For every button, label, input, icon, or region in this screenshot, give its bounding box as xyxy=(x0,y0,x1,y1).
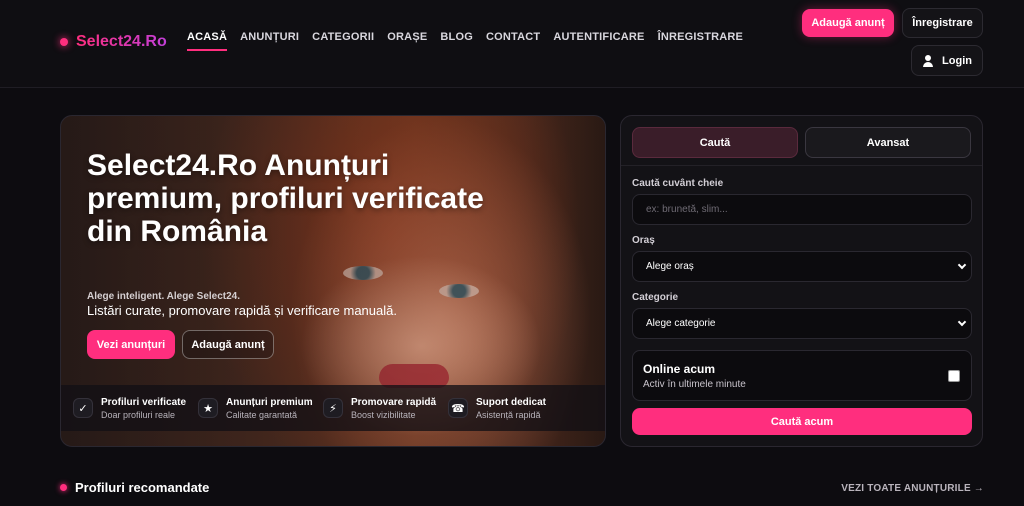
site-header: Select24.Ro ACASĂ ANUNȚURI CATEGORII ORA… xyxy=(0,0,1024,88)
tab-search[interactable]: Caută xyxy=(632,127,798,158)
see-listings-button[interactable]: Vezi anunțuri xyxy=(87,330,175,359)
city-label: Oraș xyxy=(632,235,655,246)
category-select-value: Alege categorie xyxy=(646,318,716,329)
city-select[interactable]: Alege oraș xyxy=(632,251,972,282)
check-icon: ✓ xyxy=(73,398,93,418)
logo-dot-icon xyxy=(60,38,68,46)
online-now-toggle[interactable]: Online acum Activ în ultimele minute xyxy=(632,350,972,401)
support-icon: ☎ xyxy=(448,398,468,418)
keyword-input[interactable] xyxy=(646,204,946,215)
feature-premium: ★ Anunțuri premium Calitate garantată xyxy=(198,397,323,420)
nav-item-orase[interactable]: ORAȘE xyxy=(387,31,427,51)
user-icon xyxy=(922,54,934,67)
logo[interactable]: Select24.Ro xyxy=(60,33,167,51)
see-all-listings-link[interactable]: VEZI TOATE ANUNȚURILE → xyxy=(841,483,984,494)
keyword-field[interactable] xyxy=(632,194,972,225)
bolt-icon: ⚡ xyxy=(323,398,343,418)
nav-item-categorii[interactable]: CATEGORII xyxy=(312,31,374,51)
feature-promotion: ⚡ Promovare rapidă Boost vizibilitate xyxy=(323,397,448,420)
search-submit-button[interactable]: Caută acum xyxy=(632,408,972,435)
nav-item-inregistrare[interactable]: ÎNREGISTRARE xyxy=(658,31,744,51)
star-icon: ★ xyxy=(198,398,218,418)
hero-title: Select24.Ro Anunțuri premium, profiluri … xyxy=(87,149,484,248)
hero-add-listing-button[interactable]: Adaugă anunț xyxy=(182,330,274,359)
add-listing-button[interactable]: Adaugă anunț xyxy=(802,9,894,37)
nav-item-blog[interactable]: BLOG xyxy=(440,31,473,51)
online-subtitle: Activ în ultimele minute xyxy=(643,379,746,390)
city-select-value: Alege oraș xyxy=(646,261,694,272)
section-dot-icon xyxy=(60,484,67,491)
divider xyxy=(621,165,982,166)
chevron-down-icon xyxy=(957,317,967,327)
search-panel: Caută Avansat Caută cuvânt cheie Oraș Al… xyxy=(620,115,983,447)
features-bar: ✓ Profiluri verificate Doar profiluri re… xyxy=(61,385,605,431)
hero-tagline: Alege inteligent. Alege Select24. xyxy=(87,291,241,302)
category-label: Categorie xyxy=(632,292,679,303)
hero-banner: Select24.Ro Anunțuri premium, profiluri … xyxy=(60,115,606,447)
register-button[interactable]: Înregistrare xyxy=(902,8,983,38)
feature-title: Promovare rapidă xyxy=(351,396,437,408)
feature-support: ☎ Suport dedicat Asistență rapidă xyxy=(448,397,573,420)
login-button[interactable]: Login xyxy=(911,45,983,76)
feature-title: Anunțuri premium xyxy=(226,396,313,408)
nav-item-autentificare[interactable]: AUTENTIFICARE xyxy=(553,31,644,51)
feature-title: Suport dedicat xyxy=(476,396,547,408)
category-select[interactable]: Alege categorie xyxy=(632,308,972,339)
tab-advanced[interactable]: Avansat xyxy=(805,127,971,158)
login-label: Login xyxy=(942,54,972,67)
nav-item-anunturi[interactable]: ANUNȚURI xyxy=(240,31,299,51)
main-nav: ACASĂ ANUNȚURI CATEGORII ORAȘE BLOG CONT… xyxy=(187,31,743,51)
nav-item-acasa[interactable]: ACASĂ xyxy=(187,31,228,51)
feature-subtitle: Doar profiluri reale xyxy=(101,409,176,420)
online-title: Online acum xyxy=(643,362,716,376)
feature-verified: ✓ Profiluri verificate Doar profiluri re… xyxy=(73,397,198,420)
feature-subtitle: Calitate garantată xyxy=(226,409,298,420)
online-checkbox[interactable] xyxy=(948,370,960,382)
chevron-down-icon xyxy=(957,260,967,270)
feature-subtitle: Boost vizibilitate xyxy=(351,409,416,420)
nav-item-contact[interactable]: CONTACT xyxy=(486,31,540,51)
keyword-label: Caută cuvânt cheie xyxy=(632,178,724,189)
section-title: Profiluri recomandate xyxy=(75,480,210,495)
hero-subtitle: Listări curate, promovare rapidă și veri… xyxy=(87,303,397,318)
logo-text: Select24.Ro xyxy=(76,33,167,50)
feature-subtitle: Asistență rapidă xyxy=(476,409,541,420)
feature-title: Profiluri verificate xyxy=(101,396,187,408)
